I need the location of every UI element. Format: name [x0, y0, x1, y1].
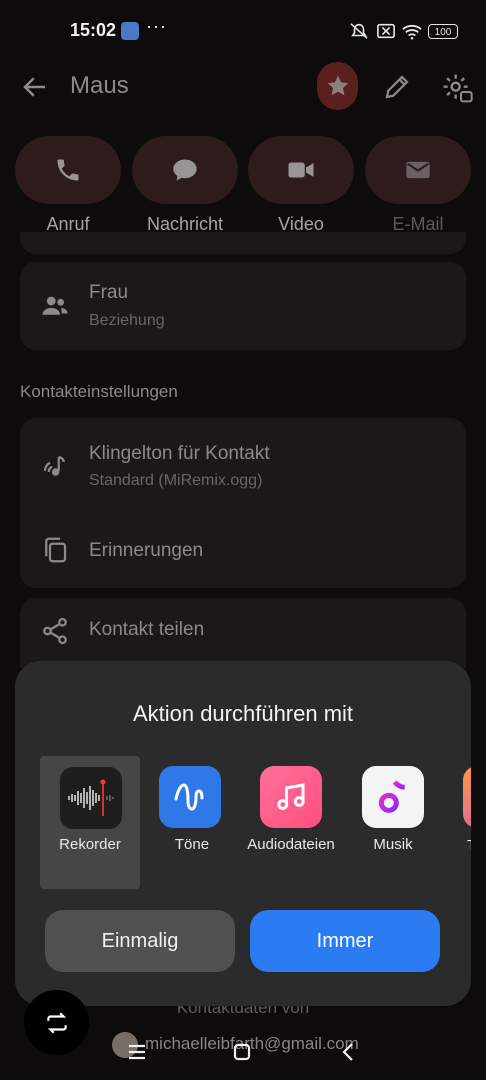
- app-option-recorder[interactable]: Rekorder: [40, 756, 140, 889]
- favorite-button[interactable]: [317, 62, 358, 110]
- open-with-sheet: Aktion durchführen mit Rekorder Töne Aud…: [15, 661, 471, 1006]
- music-icon: [362, 766, 424, 828]
- phone-icon: [57, 159, 79, 181]
- reminders-title: Erinnerungen: [89, 540, 204, 561]
- rotate-screen-button[interactable]: [24, 990, 89, 1055]
- partial-app-icon: [463, 766, 471, 828]
- video-icon: [288, 162, 314, 178]
- muted-bell-icon: [350, 23, 368, 39]
- app-option-partial[interactable]: [463, 766, 471, 828]
- edit-pencil-icon[interactable]: [382, 72, 412, 102]
- app-option-tones[interactable]: Töne: [142, 756, 242, 889]
- share-contact-row[interactable]: Kontakt teilen: [20, 598, 466, 668]
- recorder-icon: [59, 766, 123, 830]
- share-contact-title: Kontakt teilen: [89, 619, 205, 640]
- ringtone-row[interactable]: Klingelton für Kontakt Standard (MiRemix…: [20, 418, 466, 508]
- reminders-row[interactable]: Erinnerungen: [20, 518, 466, 582]
- app-label-music: Musik: [373, 836, 413, 853]
- star-icon: [327, 75, 348, 96]
- ringtone-icon: [43, 455, 65, 476]
- call-button[interactable]: [15, 136, 121, 204]
- relation-type: Beziehung: [89, 312, 165, 329]
- tones-icon: [159, 766, 221, 828]
- app-option-music[interactable]: Musik: [343, 756, 443, 889]
- message-button[interactable]: [132, 136, 238, 204]
- contact-name: Maus: [70, 72, 129, 99]
- weather-icon: [121, 22, 139, 40]
- sheet-title: Aktion durchführen mit: [132, 701, 354, 726]
- app-option-audio-files[interactable]: Audiodateien: [241, 756, 341, 889]
- wifi-icon: [402, 24, 422, 40]
- status-bar: 15:02 ··· 100: [0, 0, 486, 60]
- audio-files-icon: [260, 766, 322, 828]
- previous-card-edge: [20, 232, 466, 254]
- more-notifications-icon: ···: [146, 16, 167, 36]
- no-sim-icon: [377, 23, 395, 39]
- relation-name: Frau: [89, 282, 129, 303]
- email-button[interactable]: [365, 136, 471, 204]
- rotate-icon: [46, 1011, 67, 1034]
- app-label-partial: T: [467, 837, 471, 854]
- back-arrow-icon[interactable]: [20, 72, 50, 102]
- ringtone-title: Klingelton für Kontakt: [89, 443, 270, 464]
- mail-icon: [406, 161, 430, 179]
- relation-card[interactable]: Frau Beziehung: [20, 262, 466, 350]
- always-button[interactable]: Immer: [250, 910, 440, 972]
- people-icon: [42, 296, 68, 315]
- contact-settings-card: Klingelton für Kontakt Standard (MiRemix…: [20, 418, 466, 588]
- battery-indicator: 100: [428, 24, 458, 39]
- status-time: 15:02: [70, 20, 117, 40]
- contact-settings-heading: Kontakteinstellungen: [20, 382, 178, 401]
- reminder-copy-icon: [45, 537, 67, 563]
- home-nav-icon[interactable]: [230, 1040, 254, 1064]
- ringtone-value: Standard (MiRemix.ogg): [89, 472, 263, 489]
- contact-settings-icon[interactable]: [441, 72, 473, 104]
- back-nav-icon[interactable]: [337, 1040, 361, 1064]
- message-icon: [173, 159, 197, 181]
- once-button[interactable]: Einmalig: [45, 910, 235, 972]
- menu-nav-icon[interactable]: [125, 1040, 149, 1064]
- video-call-button[interactable]: [248, 136, 354, 204]
- share-icon: [43, 617, 67, 645]
